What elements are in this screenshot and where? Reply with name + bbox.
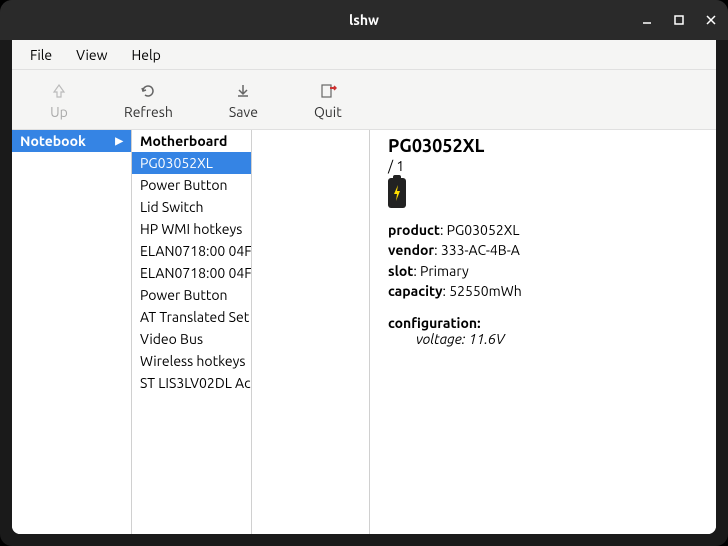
tree-item[interactable]: Lid Switch [132, 196, 251, 218]
refresh-label: Refresh [124, 104, 173, 120]
content-area: File View Help Up Refresh Save [12, 40, 716, 534]
tree-item[interactable]: Wireless hotkeys [132, 350, 251, 372]
tree-column-1[interactable]: Notebook ▶ [12, 130, 132, 534]
prop-val-slot: Primary [420, 263, 469, 279]
minimize-button[interactable] [640, 13, 654, 27]
save-label: Save [229, 104, 258, 120]
prop-val-product: PG03052XL [447, 222, 520, 238]
details-title: PG03052XL [388, 136, 698, 156]
window-controls [640, 13, 718, 27]
titlebar: lshw [0, 0, 728, 40]
details-configuration: configuration: voltage: 11.6V [388, 315, 698, 347]
config-label: configuration: [388, 315, 698, 331]
prop-val-capacity: 52550mWh [449, 283, 522, 299]
chevron-right-icon: ▶ [115, 135, 123, 147]
toolbar: Up Refresh Save Quit [12, 70, 716, 130]
battery-icon [388, 178, 406, 208]
tree-item[interactable]: Video Bus [132, 328, 251, 350]
tree-item[interactable]: ELAN0718:00 04F3:30FD [132, 262, 251, 284]
close-button[interactable] [704, 13, 718, 27]
tree-column-2[interactable]: Motherboard PG03052XL Power Button Lid S… [132, 130, 252, 534]
app-window: lshw File View Help Up [0, 0, 728, 546]
prop-key-vendor: vendor [388, 242, 434, 258]
tree-column-3[interactable] [252, 130, 370, 534]
menu-help[interactable]: Help [122, 43, 171, 67]
config-voltage: voltage: 11.6V [416, 331, 698, 347]
up-label: Up [50, 104, 68, 120]
tree-item-motherboard[interactable]: Motherboard [132, 130, 251, 152]
window-title: lshw [349, 12, 379, 28]
tree-item[interactable]: ELAN0718:00 04F3:30FD [132, 240, 251, 262]
tree-item-label: Notebook [20, 133, 86, 149]
prop-key-capacity: capacity [388, 283, 443, 299]
details-pane: PG03052XL / 1 product: PG03052XL vendor:… [370, 130, 716, 534]
prop-key-product: product [388, 222, 440, 238]
tree-item[interactable]: ST LIS3LV02DL Accel [132, 372, 251, 394]
quit-icon [319, 80, 337, 102]
save-icon [234, 80, 252, 102]
menu-file[interactable]: File [20, 43, 62, 67]
quit-button[interactable]: Quit [306, 76, 350, 124]
tree-item-notebook[interactable]: Notebook ▶ [12, 130, 131, 152]
tree-item[interactable]: Power Button [132, 174, 251, 196]
prop-val-vendor: 333-AC-4B-A [441, 242, 520, 258]
up-button: Up [42, 76, 76, 124]
save-button[interactable]: Save [221, 76, 266, 124]
menu-view[interactable]: View [66, 43, 117, 67]
tree-item[interactable]: HP WMI hotkeys [132, 218, 251, 240]
prop-key-slot: slot [388, 263, 413, 279]
up-icon [50, 80, 68, 102]
tree-item-battery[interactable]: PG03052XL [132, 152, 251, 174]
maximize-button[interactable] [672, 13, 686, 27]
details-properties: product: PG03052XL vendor: 333-AC-4B-A s… [388, 220, 698, 301]
quit-label: Quit [314, 104, 342, 120]
tree-item[interactable]: Power Button [132, 284, 251, 306]
details-subtitle: / 1 [388, 158, 698, 174]
refresh-button[interactable]: Refresh [116, 76, 181, 124]
refresh-icon [139, 80, 157, 102]
tree-item[interactable]: AT Translated Set 2 [132, 306, 251, 328]
menubar: File View Help [12, 40, 716, 70]
main-panes: Notebook ▶ Motherboard PG03052XL Power B… [12, 130, 716, 534]
